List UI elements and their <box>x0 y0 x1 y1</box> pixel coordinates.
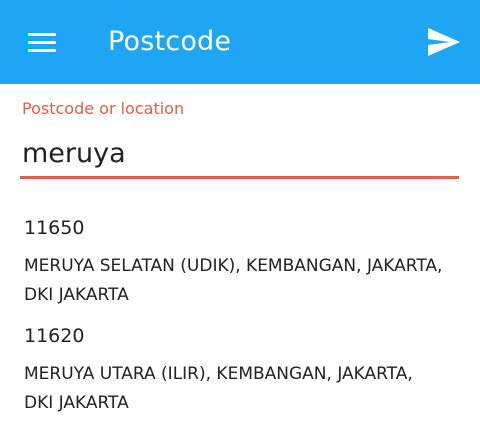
hamburger-menu-icon[interactable] <box>28 31 56 53</box>
result-location: MERUYA SELATAN (UDIK), KEMBANGAN, JAKART… <box>24 256 443 305</box>
menu-line <box>28 41 56 44</box>
menu-line <box>28 49 56 52</box>
results-list: 11650 MERUYA SELATAN (UDIK), KEMBANGAN, … <box>0 210 480 426</box>
menu-line <box>28 33 56 36</box>
search-field-label: Postcode or location <box>22 99 185 118</box>
result-location: MERUYA UTARA (ILIR), KEMBANGAN, JAKARTA,… <box>24 364 413 413</box>
send-icon-glyph <box>428 28 460 56</box>
search-input[interactable] <box>20 132 460 174</box>
result-item[interactable]: 11620 MERUYA UTARA (ILIR), KEMBANGAN, JA… <box>0 318 480 418</box>
result-item[interactable]: 11650 MERUYA SELATAN (UDIK), KEMBANGAN, … <box>0 210 480 310</box>
result-postcode: 11650 <box>24 217 85 239</box>
page-title: Postcode <box>108 26 232 57</box>
send-icon[interactable] <box>426 27 462 57</box>
search-field-underline <box>20 176 459 179</box>
app-bar: Postcode <box>0 0 480 84</box>
result-postcode: 11620 <box>24 325 85 347</box>
